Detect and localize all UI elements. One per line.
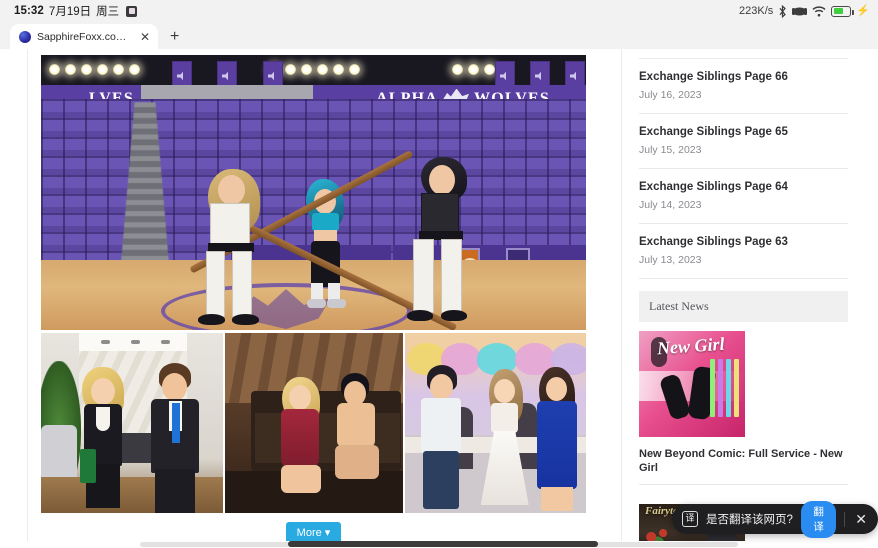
bluetooth-icon — [778, 4, 787, 18]
latest-news-heading: Latest News — [639, 290, 848, 322]
close-tab-icon[interactable]: ✕ — [139, 31, 151, 43]
main-content-column: LVES ALPHA WOLVES More ▾ — [28, 49, 601, 548]
web-page: LVES ALPHA WOLVES More ▾ Exchange Siblin… — [0, 49, 878, 548]
browser-tab[interactable]: SapphireFoxx.com | ... ✕ — [10, 24, 158, 49]
character-businessman — [145, 363, 207, 513]
post-title[interactable]: Exchange Siblings Page 65 — [639, 125, 848, 140]
comic-panel-wedding[interactable] — [404, 333, 586, 513]
translate-message: 是否翻译该网页? — [706, 514, 793, 526]
sidebar: Exchange Siblings Page 66 July 16, 2023 … — [621, 49, 878, 548]
android-status-bar: 15:32 7月19日 周三 223K/s ⚡ — [0, 0, 878, 22]
news-item: New Girl New Beyond Comic: Full Service … — [639, 322, 848, 486]
post-date: July 14, 2023 — [639, 198, 702, 211]
recent-posts-list: Exchange Siblings Page 66 July 16, 2023 … — [639, 58, 848, 279]
status-date: 7月19日 — [48, 6, 92, 18]
neon-bars — [710, 358, 739, 417]
new-tab-icon[interactable]: + — [170, 29, 179, 45]
post-date: July 15, 2023 — [639, 143, 702, 156]
post-date: July 16, 2023 — [639, 88, 702, 101]
comic-panel-office[interactable] — [41, 333, 224, 513]
character-woman-blue-dress — [531, 367, 583, 511]
list-item[interactable]: Exchange Siblings Page 64 July 14, 2023 — [639, 169, 848, 224]
status-clock: 15:32 — [14, 5, 44, 17]
more-button-row: More ▾ — [41, 513, 586, 544]
page-left-gutter — [0, 49, 28, 548]
featured-comic-image[interactable]: LVES ALPHA WOLVES — [41, 55, 586, 330]
comic-panel-bedroom[interactable] — [225, 333, 403, 513]
list-item[interactable]: Exchange Siblings Page 65 July 15, 2023 — [639, 114, 848, 169]
character-fighter-blonde — [186, 169, 282, 330]
translate-prompt-toast: 译 是否翻译该网页? 翻译 ✕ — [672, 500, 878, 538]
charging-bolt-icon: ⚡ — [856, 4, 870, 17]
browser-tab-strip: SapphireFoxx.com | ... ✕ + — [0, 22, 878, 49]
arena-lights-left — [49, 64, 140, 75]
news-thumbnail-new-girl[interactable]: New Girl — [639, 330, 745, 437]
network-speed-label: 223K/s — [739, 5, 774, 17]
battery-icon — [831, 5, 854, 17]
screen-record-icon — [126, 5, 138, 17]
content-sidebar-gap — [601, 49, 621, 548]
character-man-casual — [415, 365, 471, 511]
arena-lights-right — [452, 64, 495, 75]
post-date: July 13, 2023 — [639, 253, 702, 266]
post-title[interactable]: Exchange Siblings Page 63 — [639, 235, 848, 250]
wifi-icon — [812, 5, 826, 17]
vpn-icon — [792, 6, 808, 17]
character-woman-red-dress — [273, 377, 329, 497]
scrollbar-thumb[interactable] — [288, 541, 598, 547]
more-button-label: More — [296, 527, 322, 539]
comic-panel-row — [41, 333, 586, 513]
list-item[interactable]: Exchange Siblings Page 63 July 13, 2023 — [639, 224, 848, 279]
page-viewport: LVES ALPHA WOLVES More ▾ Exchange Siblin… — [0, 49, 878, 548]
character-fighter-dark — [393, 157, 493, 330]
status-bar-right: 223K/s ⚡ — [739, 4, 870, 18]
translate-icon: 译 — [682, 511, 698, 527]
horizontal-scrollbar[interactable] — [0, 541, 878, 548]
tab-title: SapphireFoxx.com | ... — [37, 30, 133, 43]
site-favicon — [19, 30, 31, 43]
close-icon[interactable]: ✕ — [853, 512, 869, 526]
status-bar-left: 15:32 7月19日 周三 — [14, 3, 138, 19]
post-title[interactable]: Exchange Siblings Page 66 — [639, 70, 848, 85]
post-title[interactable]: Exchange Siblings Page 64 — [639, 180, 848, 195]
character-man-seated — [329, 373, 391, 483]
translate-button[interactable]: 翻译 — [800, 500, 837, 538]
news-title[interactable]: New Beyond Comic: Full Service - New Gir… — [639, 437, 848, 486]
news-thumbnail-title: New Girl — [656, 333, 726, 359]
status-weekday: 周三 — [96, 6, 120, 18]
list-item[interactable]: Exchange Siblings Page 66 July 16, 2023 — [639, 58, 848, 114]
character-bride — [477, 369, 533, 509]
toast-divider — [844, 511, 846, 527]
character-businesswoman — [74, 367, 132, 508]
